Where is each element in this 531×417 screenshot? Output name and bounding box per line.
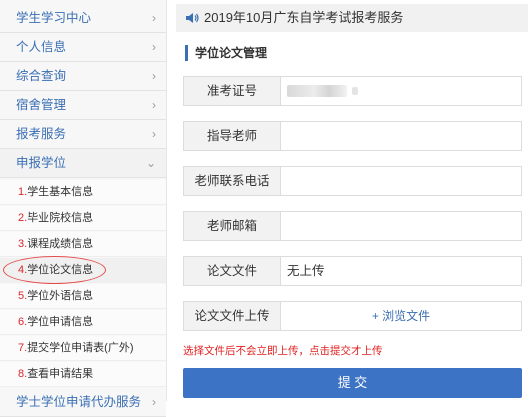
submenu-label: 提交学位申请表(广外) — [27, 342, 134, 354]
browse-file-button[interactable]: + 浏览文件 — [281, 302, 521, 330]
speaker-icon — [186, 13, 199, 23]
thesis-file-label: 论文文件 — [184, 257, 281, 285]
upload-hint: 选择文件后不会立即上传，点击提交才上传 — [183, 345, 383, 357]
menu-item-degree-apply[interactable]: 申报学位 ⌄ — [0, 149, 166, 178]
chevron-right-icon: › — [152, 69, 156, 83]
active-highlight-ring — [3, 256, 106, 284]
submenu-index: 8. — [18, 368, 28, 380]
submenu-label: 课程成绩信息 — [27, 238, 94, 250]
advisor-email-row[interactable]: 老师邮箱 — [183, 211, 522, 241]
thesis-file-row: 论文文件 无上传 — [183, 256, 522, 286]
notice-bar: 2019年10月广东自学考试报考服务 — [176, 4, 528, 32]
menu-item-exam-service[interactable]: 报考服务 › — [0, 120, 166, 149]
chevron-down-icon: ⌄ — [145, 156, 156, 170]
thesis-file-status: 无上传 — [287, 264, 325, 278]
submenu-label: 毕业院校信息 — [27, 212, 94, 224]
menu-item-label: 宿舍管理 — [16, 98, 67, 112]
menu-item-label: 学士学位申请代办服务 — [16, 395, 142, 409]
thesis-upload-row: 论文文件上传 + 浏览文件 — [183, 301, 522, 331]
submenu-index: 6. — [18, 316, 28, 328]
menu-item-label: 报考服务 — [16, 127, 67, 141]
chevron-right-icon: › — [152, 40, 156, 54]
exam-id-masked-value — [287, 85, 347, 97]
exam-id-row: 准考证号 — [183, 76, 522, 106]
chevron-right-icon: › — [152, 395, 156, 409]
chevron-right-icon: › — [152, 98, 156, 112]
advisor-row[interactable]: 指导老师 — [183, 121, 522, 151]
menu-item-personal-info[interactable]: 个人信息 › — [0, 33, 166, 62]
submenu-item-foreign-language[interactable]: 5.学位外语信息 — [0, 284, 166, 309]
menu-item-label: 个人信息 — [16, 40, 67, 54]
submenu-label: 学位外语信息 — [27, 290, 94, 302]
menu-item-label: 学生学习中心 — [16, 11, 92, 25]
submenu-item-view-result[interactable]: 8.查看申请结果 — [0, 362, 166, 387]
chevron-right-icon: › — [152, 127, 156, 141]
advisor-email-label: 老师邮箱 — [184, 212, 281, 240]
submenu-label: 查看申请结果 — [27, 368, 94, 380]
section-title: 学位论文管理 — [185, 45, 267, 61]
submenu-label: 学位申请信息 — [27, 316, 94, 328]
submenu-label: 学生基本信息 — [27, 186, 94, 198]
exam-id-masked-value-tail — [352, 87, 358, 95]
submenu-index: 1. — [18, 186, 28, 198]
submenu-item-course-grades[interactable]: 3.课程成绩信息 — [0, 232, 166, 257]
advisor-label: 指导老师 — [184, 122, 281, 150]
advisor-phone-label: 老师联系电话 — [184, 167, 281, 195]
menu-item-label: 申报学位 — [16, 156, 67, 170]
submenu-item-graduate-school[interactable]: 2.毕业院校信息 — [0, 206, 166, 231]
submenu-item-degree-application[interactable]: 6.学位申请信息 — [0, 310, 166, 335]
submenu-index: 3. — [18, 238, 28, 250]
notice-text: 2019年10月广东自学考试报考服务 — [204, 10, 404, 25]
menu-item-dorm[interactable]: 宿舍管理 › — [0, 91, 166, 120]
advisor-phone-row[interactable]: 老师联系电话 — [183, 166, 522, 196]
submenu-item-basic-info[interactable]: 1.学生基本信息 — [0, 180, 166, 205]
menu-item-student-center[interactable]: 学生学习中心 › — [0, 4, 166, 33]
thesis-upload-label: 论文文件上传 — [184, 302, 281, 330]
sidebar: 学生学习中心 › 个人信息 › 综合查询 › 宿舍管理 › 报考服务 › 申报学… — [0, 0, 167, 417]
menu-item-label: 综合查询 — [16, 69, 67, 83]
exam-id-label: 准考证号 — [184, 77, 281, 105]
menu-item-query[interactable]: 综合查询 › — [0, 62, 166, 91]
submenu-index: 7. — [18, 342, 28, 354]
submenu-index: 5. — [18, 290, 28, 302]
menu-item-proxy-service[interactable]: 学士学位申请代办服务 › — [0, 388, 166, 417]
submenu-item-submit-form[interactable]: 7.提交学位申请表(广外) — [0, 336, 166, 361]
submenu-index: 2. — [18, 212, 28, 224]
chevron-right-icon: › — [152, 11, 156, 25]
submit-button[interactable]: 提 交 — [183, 368, 522, 398]
